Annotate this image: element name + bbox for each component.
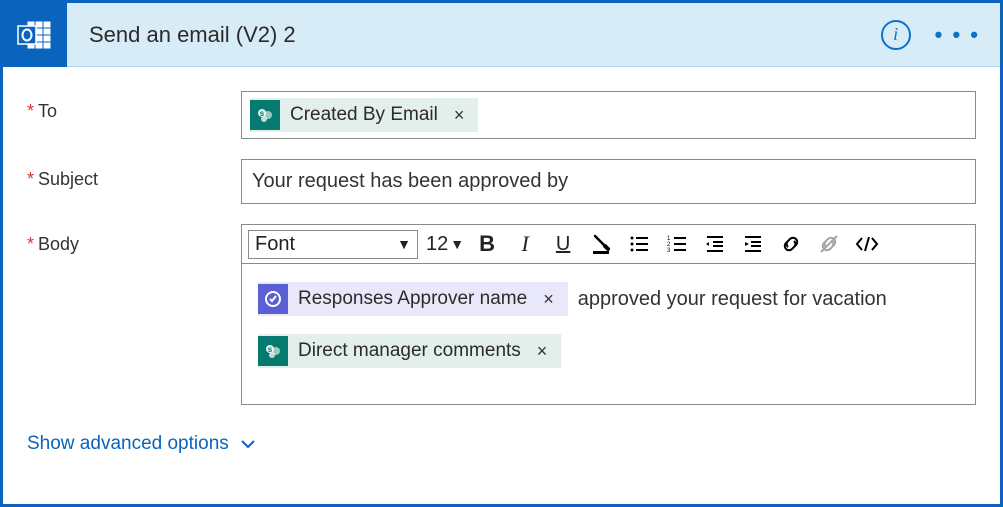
field-to-label: *To [27,91,241,122]
token-remove-button[interactable]: × [537,289,560,310]
show-advanced-options-link[interactable]: Show advanced options [27,433,257,455]
svg-text:s: s [260,109,265,118]
outlook-icon [3,3,67,67]
body-editor: Font ▼ 12 ▼ B I U [241,224,976,405]
font-family-select[interactable]: Font ▼ [248,230,418,259]
card-body: *To s Created By Email × *Subject Your r… [3,67,1000,405]
token-label: Direct manager comments [298,340,521,362]
subject-input[interactable]: Your request has been approved by [241,159,976,204]
token-created-by-email[interactable]: s Created By Email × [250,98,478,132]
field-subject: *Subject Your request has been approved … [27,159,976,204]
svg-text:3: 3 [667,248,671,254]
approvals-icon [258,284,288,314]
underline-button[interactable]: U [548,229,578,259]
body-label-text: Body [38,234,79,254]
token-responses-approver-name[interactable]: Responses Approver name × [258,282,568,316]
bold-button[interactable]: B [472,229,502,259]
font-size-value: 12 [426,233,448,256]
more-menu-button[interactable]: • • • [935,22,980,48]
italic-button[interactable]: I [510,229,540,259]
advanced-label: Show advanced options [27,433,229,455]
token-label: Responses Approver name [298,288,527,310]
field-body: *Body Font ▼ 12 ▼ B I U [27,224,976,405]
card-title: Send an email (V2) 2 [89,22,881,48]
field-subject-label: *Subject [27,159,241,190]
subject-value: Your request has been approved by [250,166,570,197]
to-input[interactable]: s Created By Email × [241,91,976,139]
font-size-select[interactable]: 12 ▼ [426,233,464,256]
link-button[interactable] [776,229,806,259]
body-line-1: Responses Approver name × approved your … [258,282,959,316]
token-direct-manager-comments[interactable]: s Direct manager comments × [258,334,561,368]
action-card: Send an email (V2) 2 i • • • *To s Creat… [0,0,1003,507]
svg-text:s: s [268,345,273,354]
body-line-2: s Direct manager comments × [258,334,959,368]
info-icon[interactable]: i [881,20,911,50]
field-to: *To s Created By Email × [27,91,976,139]
bullet-list-button[interactable] [624,229,654,259]
font-family-value: Font [255,233,295,256]
unlink-button [814,229,844,259]
sharepoint-icon: s [250,100,280,130]
editor-toolbar: Font ▼ 12 ▼ B I U [242,225,975,264]
outdent-button[interactable] [700,229,730,259]
token-label: Created By Email [290,104,438,126]
sharepoint-icon: s [258,336,288,366]
to-label-text: To [38,101,57,121]
body-text-1: approved your request for vacation [578,288,887,311]
code-view-button[interactable] [852,229,882,259]
body-content[interactable]: Responses Approver name × approved your … [242,264,975,404]
subject-label-text: Subject [38,169,98,189]
indent-button[interactable] [738,229,768,259]
field-body-label: *Body [27,224,241,255]
token-remove-button[interactable]: × [448,105,471,126]
numbered-list-button[interactable]: 123 [662,229,692,259]
font-color-button[interactable] [586,229,616,259]
token-remove-button[interactable]: × [531,341,554,362]
card-header: Send an email (V2) 2 i • • • [3,3,1000,67]
advanced-options-row: Show advanced options [3,425,1000,473]
chevron-down-icon [239,435,257,453]
